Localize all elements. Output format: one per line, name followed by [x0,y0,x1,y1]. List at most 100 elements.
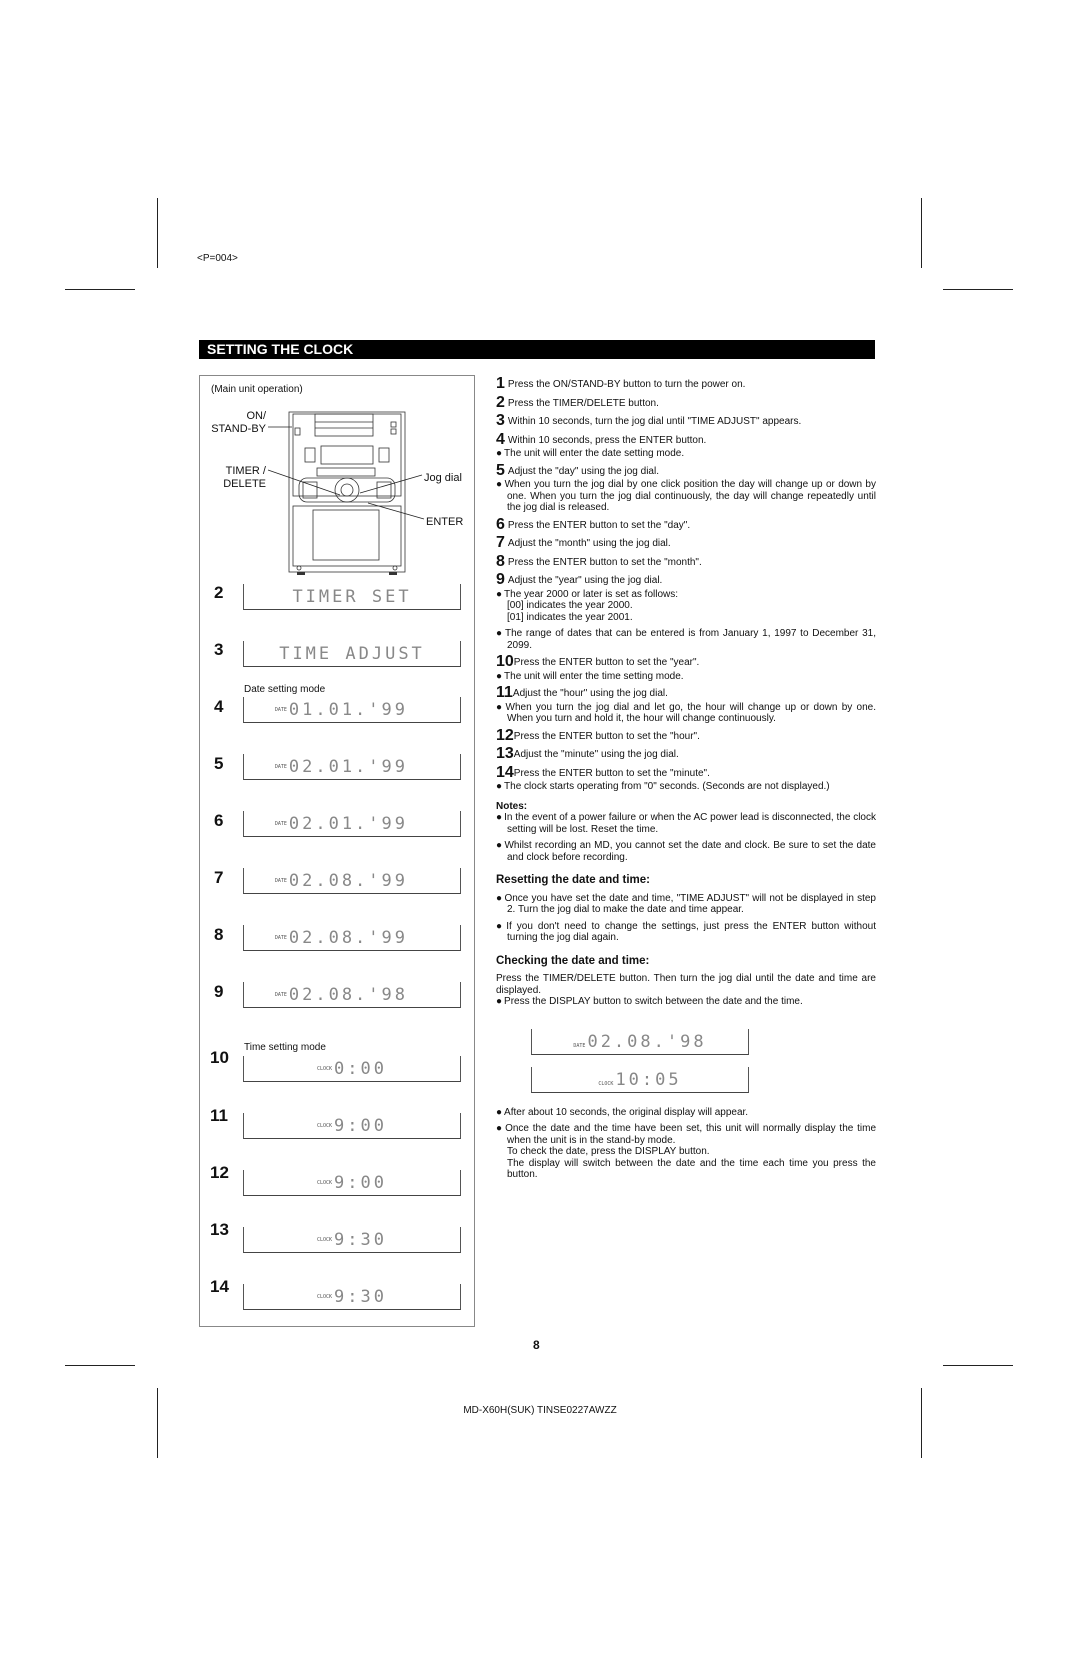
bullet-note: The year 2000 or later is set as follows… [496,589,876,624]
lcd-display: DATE 02.01.'99 [243,811,461,837]
page-number: 8 [533,1338,540,1352]
display-step-number: 5 [214,754,224,773]
bullet-note: The clock starts operating from "0" seco… [496,781,876,793]
step-7: 7 Adjust the "month" using the jog dial. [496,534,671,551]
date-indicator: DATE [274,764,287,770]
display-step-number: 4 [214,697,224,716]
display-step-number: 11 [210,1106,228,1125]
step-9: 9 Adjust the "year" using the jog dial. [496,571,663,588]
date-setting-mode-label: Date setting mode [244,684,326,695]
bullet-note: The unit will enter the time setting mod… [496,671,876,683]
bullet-note: When you turn the jog dial by one click … [496,479,876,514]
crop-mark [65,289,135,290]
bullet-note: Press the DISPLAY button to switch betwe… [496,996,876,1008]
step-14: 14Press the ENTER button to set the "min… [496,763,710,781]
lcd-display: CLOCK 9:00 [243,1113,461,1139]
section-title: SETTING THE CLOCK [199,340,875,359]
clock-indicator: CLOCK [316,1180,333,1186]
lcd-text: 01.01.'99 [288,700,408,720]
crop-mark [943,289,1013,290]
lcd-display: TIME ADJUST [243,641,461,667]
step-12: 12Press the ENTER button to set the "hou… [496,726,700,744]
note-item: In the event of a power failure or when … [496,812,876,835]
lcd-display: CLOCK 9:30 [243,1284,461,1310]
lcd-text: 9:00 [334,1173,387,1193]
lcd-text: 02.08.'99 [288,928,408,948]
clock-indicator: CLOCK [316,1237,333,1243]
lcd-display: DATE 01.01.'99 [243,697,461,723]
lcd-display: TIMER SET [243,584,461,610]
display-step-number: 3 [214,640,224,659]
date-display: DATE 02.08.'98 [531,1028,749,1055]
date-indicator: DATE [573,1042,586,1049]
display-step-number: 12 [210,1163,229,1182]
bullet-note: Once the date and the time have been set… [496,1123,876,1181]
lcd-display: DATE 02.08.'98 [243,982,461,1008]
step-13: 13Adjust the "minute" using the jog dial… [496,745,679,762]
on-standby-label: ON/ STAND-BY [211,410,266,435]
bullet-note: If you don't need to change the settings… [496,921,876,944]
crop-mark [157,1388,158,1458]
lcd-display: CLOCK 0:00 [243,1056,461,1082]
timer-delete-label: TIMER / DELETE [223,465,266,490]
lcd-display: DATE 02.08.'99 [243,868,461,894]
lcd-text: 9:00 [334,1116,387,1136]
lcd-text: 02.08.'98 [587,1031,707,1052]
step-3: 3 Within 10 seconds, turn the jog dial un… [496,412,802,429]
step-8: 8 Press the ENTER button to set the "mont… [496,552,702,570]
time-display: CLOCK 10:05 [531,1066,749,1093]
instructions: 1 Press the ON/STAND-BY button to turn th… [496,375,876,1186]
bullet-note: When you turn the jog dial and let go, t… [496,702,876,725]
display-step-number: 14 [210,1277,229,1296]
bullet-note: After about 10 seconds, the original dis… [496,1107,876,1119]
lcd-display: DATE 02.08.'99 [243,925,461,951]
clock-indicator: CLOCK [316,1294,333,1300]
clock-indicator: CLOCK [316,1123,333,1129]
time-setting-mode-label: Time setting mode [244,1042,326,1053]
step-5: 5 Adjust the "day" using the jog dial. [496,461,659,479]
display-step-number: 10 [210,1048,229,1067]
notes-heading: Notes: [496,800,528,812]
step-1: 1 Press the ON/STAND-BY button to turn th… [496,375,746,392]
step-2: 2 Press the TIMER/DELETE button. [496,393,659,411]
lcd-display: DATE 02.01.'99 [243,754,461,780]
step-6: 6 Press the ENTER button to set the "day"… [496,515,691,533]
display-step-number: 7 [214,868,224,887]
leader-lines [267,426,425,520]
lcd-text: 10:05 [615,1069,682,1090]
crop-mark [921,198,922,268]
lcd-text: 02.01.'99 [288,757,408,777]
lcd-text: TIMER SET [292,587,412,607]
crop-mark [65,1365,135,1366]
step-11: 11Adjust the "hour" using the jog dial. [496,684,668,701]
checking-heading: Checking the date and time: [496,954,650,967]
bullet-note: The unit will enter the date setting mod… [496,448,876,460]
main-unit-caption: (Main unit operation) [211,384,303,395]
display-step-number: 9 [214,982,224,1001]
lcd-text: TIME ADJUST [279,644,425,664]
lcd-text: 02.01.'99 [288,814,408,834]
checking-paragraph: Press the TIMER/DELETE button. Then turn… [496,973,876,996]
resetting-heading: Resetting the date and time: [496,874,650,886]
crop-mark [921,1388,922,1458]
display-step-number: 8 [214,925,224,944]
lcd-text: 02.08.'99 [288,871,408,891]
display-step-number: 13 [210,1220,229,1239]
date-indicator: DATE [274,878,287,884]
display-step-number: 2 [214,583,224,602]
page-code: <P=004> [197,253,238,264]
lcd-display: CLOCK 9:30 [243,1227,461,1253]
document-footer: MD-X60H(SUK) TINSE0227AWZZ [463,1405,617,1416]
crop-mark [943,1365,1013,1366]
bullet-note: Once you have set the date and time, "TI… [496,893,876,916]
lcd-text: 02.08.'98 [288,985,408,1005]
step-10: 10Press the ENTER button to set the "yea… [496,653,700,670]
date-indicator: DATE [274,707,287,713]
date-indicator: DATE [274,935,287,941]
lcd-text: 9:30 [334,1230,387,1250]
step-4: 4 Within 10 seconds, press the ENTER butt… [496,430,707,448]
lcd-display: CLOCK 9:00 [243,1170,461,1196]
clock-indicator: CLOCK [316,1066,333,1072]
clock-indicator: CLOCK [598,1080,614,1087]
date-indicator: DATE [274,821,287,827]
